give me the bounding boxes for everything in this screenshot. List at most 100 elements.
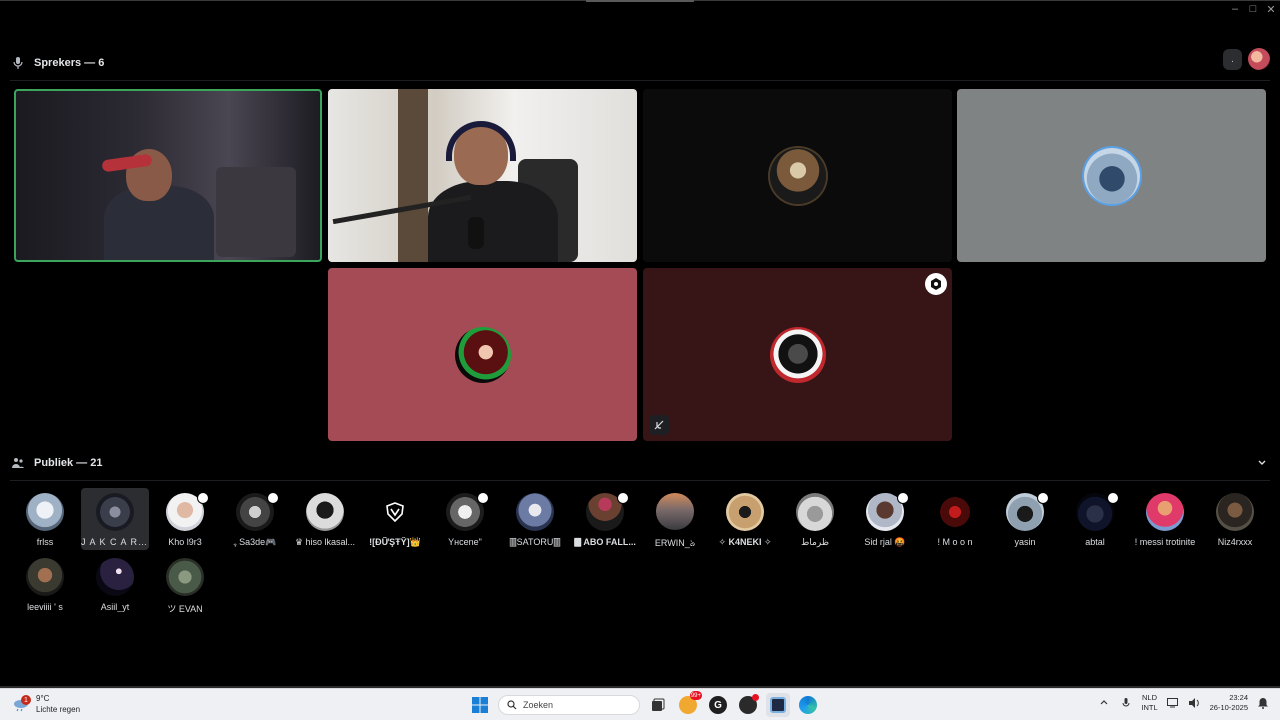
audience-avatar [936,493,974,531]
audience-avatar [26,493,64,531]
chevron-down-icon [1256,457,1268,469]
audience-member[interactable]: ツ EVAN [151,553,219,615]
audience-member-name: Asiil_yt [100,602,130,612]
headphones-shape [446,121,516,161]
audience-member-name: Yнcene" [448,537,482,547]
audience-member[interactable]: Kho l9r3 [151,488,219,550]
audience-member[interactable]: 🀫SATORU🀫 [501,488,569,550]
microphone-shape [468,217,484,249]
speaker-tile-1[interactable] [14,89,322,262]
audience-avatar [236,492,279,531]
speaker-tile-5[interactable] [328,268,637,441]
audience-member[interactable]: ✧ K4NEKI ✧ [711,488,779,550]
volume-icon[interactable] [1188,696,1202,710]
audience-member-name: J A K C A R L ... [81,537,149,547]
cloud-rain-icon: 1 [12,695,31,712]
audience-header: Publiek — 21 [12,457,102,469]
audience-member-name: ![ĐỮŞŦŶ]👑 [369,537,421,547]
audience-member[interactable]: ♛ hiso lkasal... [291,488,359,550]
notification-badge: 99+ [689,691,702,700]
audience-member-name: Niz4rxxx [1217,537,1253,547]
language-primary: NLD [1141,693,1157,702]
server-badge-icon[interactable] [925,273,947,295]
audience-avatar [586,492,629,531]
search-icon [507,700,517,710]
status-badge [617,492,629,504]
audience-divider [10,480,1270,481]
audience-avatar [1076,492,1119,531]
audience-member-name: yasin [1014,537,1036,547]
collapse-audience-button[interactable] [1256,457,1268,469]
titlebar-accent [586,0,694,2]
audience-avatar [516,493,554,531]
chevron-up-icon[interactable] [1097,696,1111,710]
clock-date: 26-10-2025 [1209,703,1248,712]
audience-member[interactable]: yasin [991,488,1059,550]
more-options-button[interactable]: . [1223,48,1242,70]
status-badge [197,492,209,504]
audience-member-name: ERWIN_ঌ [654,537,696,548]
audience-member[interactable]: frlss [11,488,79,550]
clock-time: 23:24 [1229,693,1248,702]
weather-widget[interactable]: 1 9°C Lichte regen [12,693,80,715]
self-avatar[interactable] [1248,48,1270,70]
audience-member[interactable]: Niz4rxxx [1201,488,1269,550]
audience-member-name: ! messi trotinite [1134,537,1196,547]
audience-icon [12,457,24,469]
audience-member-name: Kho l9r3 [168,537,202,547]
audience-member-name: ! M o o n [937,537,973,547]
snipping-tool-icon [770,697,786,713]
language-secondary: INTL [1141,703,1158,712]
audience-member[interactable]: ERWIN_ঌ [641,488,709,550]
audience-member[interactable]: ! M o o n [921,488,989,550]
audience-member-name: frlss [36,537,54,547]
audience-member[interactable]: leeviiii ' s [11,553,79,615]
door-frame [398,89,428,262]
weather-condition: Lichte regen [36,705,81,714]
audience-member[interactable]: ![ĐỮŞŦŶ]👑 [361,488,429,550]
status-badge [477,492,489,504]
muted-icon [649,415,669,435]
clock[interactable]: 23:24 26-10-2025 [1210,693,1248,713]
start-button[interactable] [468,693,492,717]
speaker-tile-2[interactable] [328,89,637,262]
app-screenshot-button[interactable] [766,693,790,717]
status-badge [1037,492,1049,504]
speakers-divider [10,80,1270,81]
speaker-tile-4[interactable] [957,89,1266,262]
audience-member-name: ✧ K4NEKI ✧ [718,537,772,547]
language-indicator[interactable]: NLD INTL [1141,693,1157,713]
microphone-tray-icon[interactable] [1119,696,1133,710]
audience-member[interactable]: J A K C A R L ... [81,488,149,550]
audience-member[interactable]: Asiil_yt [81,553,149,615]
audience-member[interactable]: ! messi trotinite [1131,488,1199,550]
taskbar-apps: Zoeken 99+ G [468,691,820,717]
audience-avatar [1146,493,1184,531]
audience-member-name: ツ EVAN [167,604,203,614]
notification-bell-icon[interactable] [1256,696,1270,710]
audience-member[interactable]: ﮩ Sa3de🎮 [221,488,289,550]
task-view-button[interactable] [646,693,670,717]
audience-member[interactable]: abtal [1061,488,1129,550]
discord-icon [739,694,759,714]
app-edge-button[interactable] [796,693,820,717]
audience-member[interactable]: 🀫 ABO FALL... [571,488,639,550]
close-icon[interactable]: ✕ [1260,2,1280,16]
app-chat-button[interactable]: 99+ [676,691,702,717]
microphone-icon [12,57,24,69]
monitor-icon[interactable] [1166,696,1180,710]
audience-member-name: Sid rjal 🤬 [864,537,906,547]
taskbar-search[interactable]: Zoeken [498,695,640,715]
speaker-tile-3[interactable] [643,89,952,262]
speaker-tile-6[interactable] [643,268,952,441]
audience-member[interactable]: Yнcene" [431,488,499,550]
speaker-avatar [1083,147,1140,204]
speakers-count-label: Sprekers — 6 [34,57,105,69]
app-browser-g-button[interactable]: G [706,693,730,717]
audience-member[interactable]: Sid rjal 🤬 [851,488,919,550]
status-badge [1107,492,1119,504]
weather-alert-badge: 1 [21,695,31,705]
app-discord-button[interactable] [736,693,760,717]
weather-temperature: 9°C [36,694,50,703]
audience-member[interactable]: ظرماط [781,488,849,550]
